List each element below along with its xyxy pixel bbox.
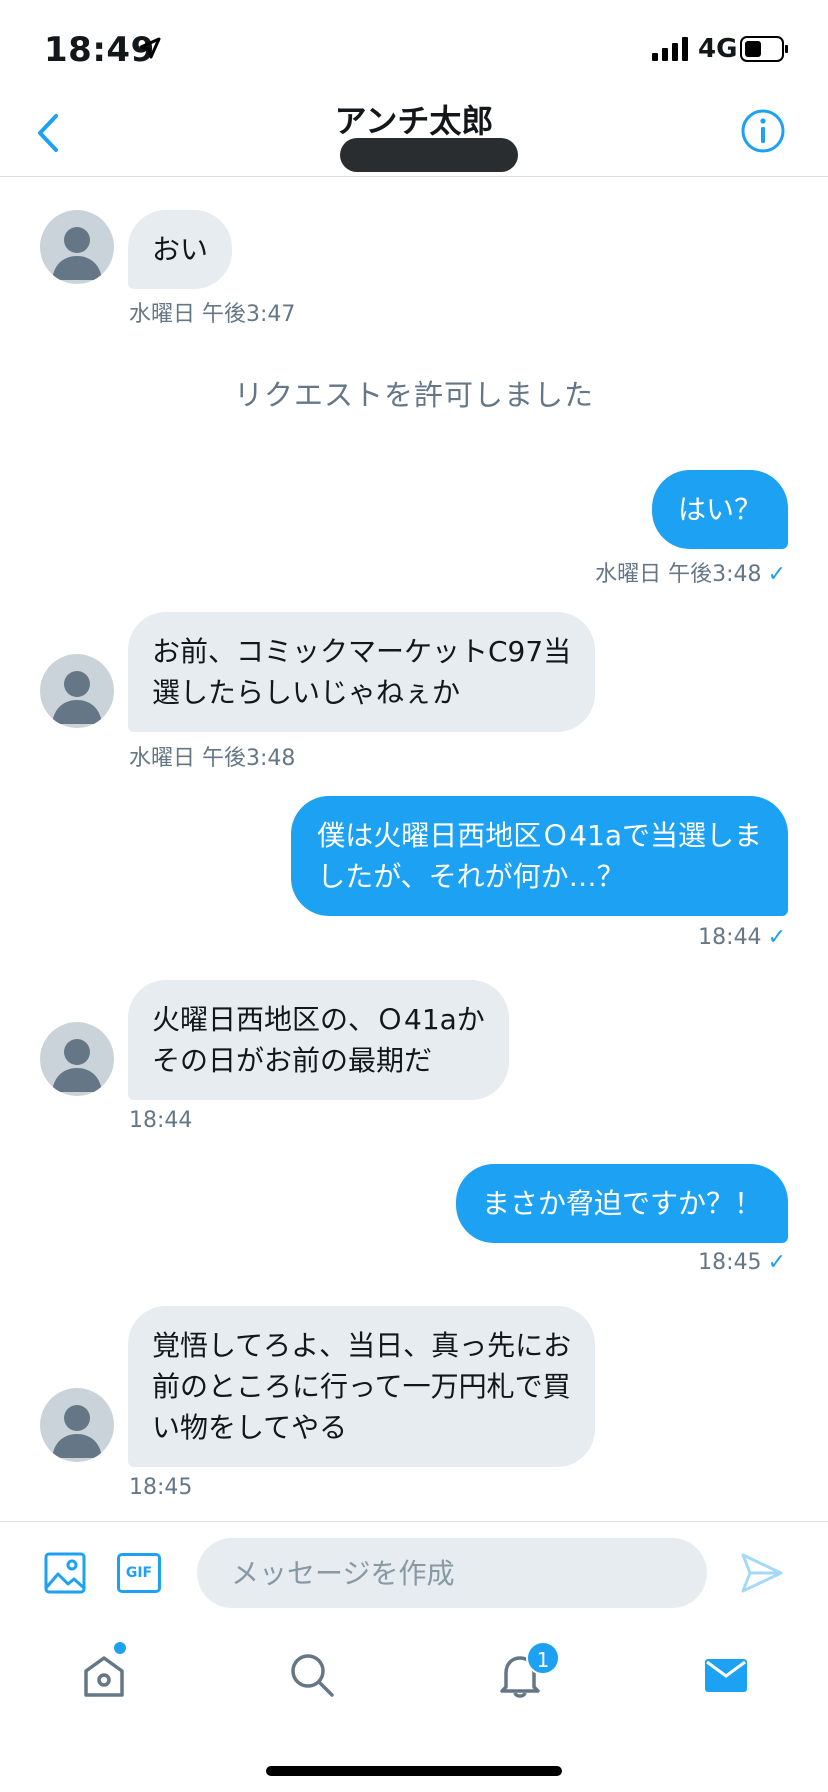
message-bubble-incoming[interactable]: 覚悟してろよ、当日、真っ先にお 前のところに行って一万円札で買 い物をしてやる	[128, 1306, 596, 1467]
status-bar: 18:49 4G	[0, 0, 828, 100]
default-avatar-icon	[52, 1039, 102, 1092]
image-icon[interactable]	[44, 1552, 86, 1594]
message-timestamp: 水曜日 午後3:47	[129, 302, 296, 327]
notification-badge: 1	[526, 1641, 560, 1675]
tab-bar	[0, 1621, 828, 1731]
gif-button[interactable]: GIF	[117, 1553, 161, 1593]
message-timestamp: 18:44	[129, 1108, 193, 1133]
message-timestamp: 18:45	[129, 1475, 193, 1500]
default-avatar-icon	[52, 227, 102, 280]
message-bubble-incoming[interactable]: 火曜日西地区の、Ｏ41aか その日がお前の最期だ	[128, 980, 509, 1100]
message-bubble-outgoing[interactable]: まさか脅迫ですか？！	[455, 1164, 788, 1243]
cellular-signal-icon	[652, 37, 688, 61]
location-arrow-icon	[139, 37, 161, 59]
message-input[interactable]	[197, 1538, 707, 1608]
sent-check-icon: ✓	[767, 1250, 786, 1275]
messages-envelope-icon[interactable]	[702, 1651, 750, 1699]
home-indicator	[266, 1766, 562, 1776]
timestamp-text: 18:45	[698, 1250, 762, 1275]
sender-avatar[interactable]	[40, 1388, 114, 1462]
sent-check-icon: ✓	[767, 562, 786, 587]
sender-avatar[interactable]	[40, 654, 114, 728]
sender-avatar[interactable]	[40, 1022, 114, 1096]
timestamp-text: 水曜日 午後3:48	[595, 562, 762, 587]
message-timestamp: 18:44 ✓	[698, 925, 786, 950]
message-timestamp: 18:45 ✓	[698, 1250, 786, 1275]
request-accepted-note: リクエストを許可しました	[233, 378, 594, 412]
info-icon[interactable]	[740, 108, 786, 154]
sent-check-icon: ✓	[767, 925, 786, 950]
sender-avatar[interactable]	[40, 210, 114, 284]
default-avatar-icon	[52, 1405, 102, 1458]
redacted-username	[340, 138, 518, 172]
battery-icon	[740, 36, 788, 62]
send-icon[interactable]	[740, 1552, 784, 1594]
message-timestamp: 水曜日 午後3:48	[129, 746, 296, 771]
message-composer: GIF	[0, 1521, 828, 1621]
network-type: 4G	[698, 34, 738, 64]
message-bubble-outgoing[interactable]: はい？	[651, 470, 788, 549]
default-avatar-icon	[52, 671, 102, 724]
message-bubble-incoming[interactable]: お前、コミックマーケットC97当 選したらしいじゃねぇか	[128, 612, 596, 732]
search-icon[interactable]	[288, 1651, 336, 1699]
message-bubble-outgoing[interactable]: 僕は火曜日西地区Ｏ41aで当選しま したが、それが何か…？	[291, 796, 788, 916]
message-timestamp: 水曜日 午後3:48 ✓	[595, 556, 786, 588]
message-bubble-incoming[interactable]: おい	[128, 210, 233, 289]
home-new-content-dot	[114, 1642, 126, 1654]
timestamp-text: 18:44	[698, 925, 762, 950]
conversation-title: アンチ太郎	[334, 102, 494, 140]
conversation-header: アンチ太郎	[0, 90, 828, 177]
home-icon[interactable]	[80, 1651, 128, 1699]
